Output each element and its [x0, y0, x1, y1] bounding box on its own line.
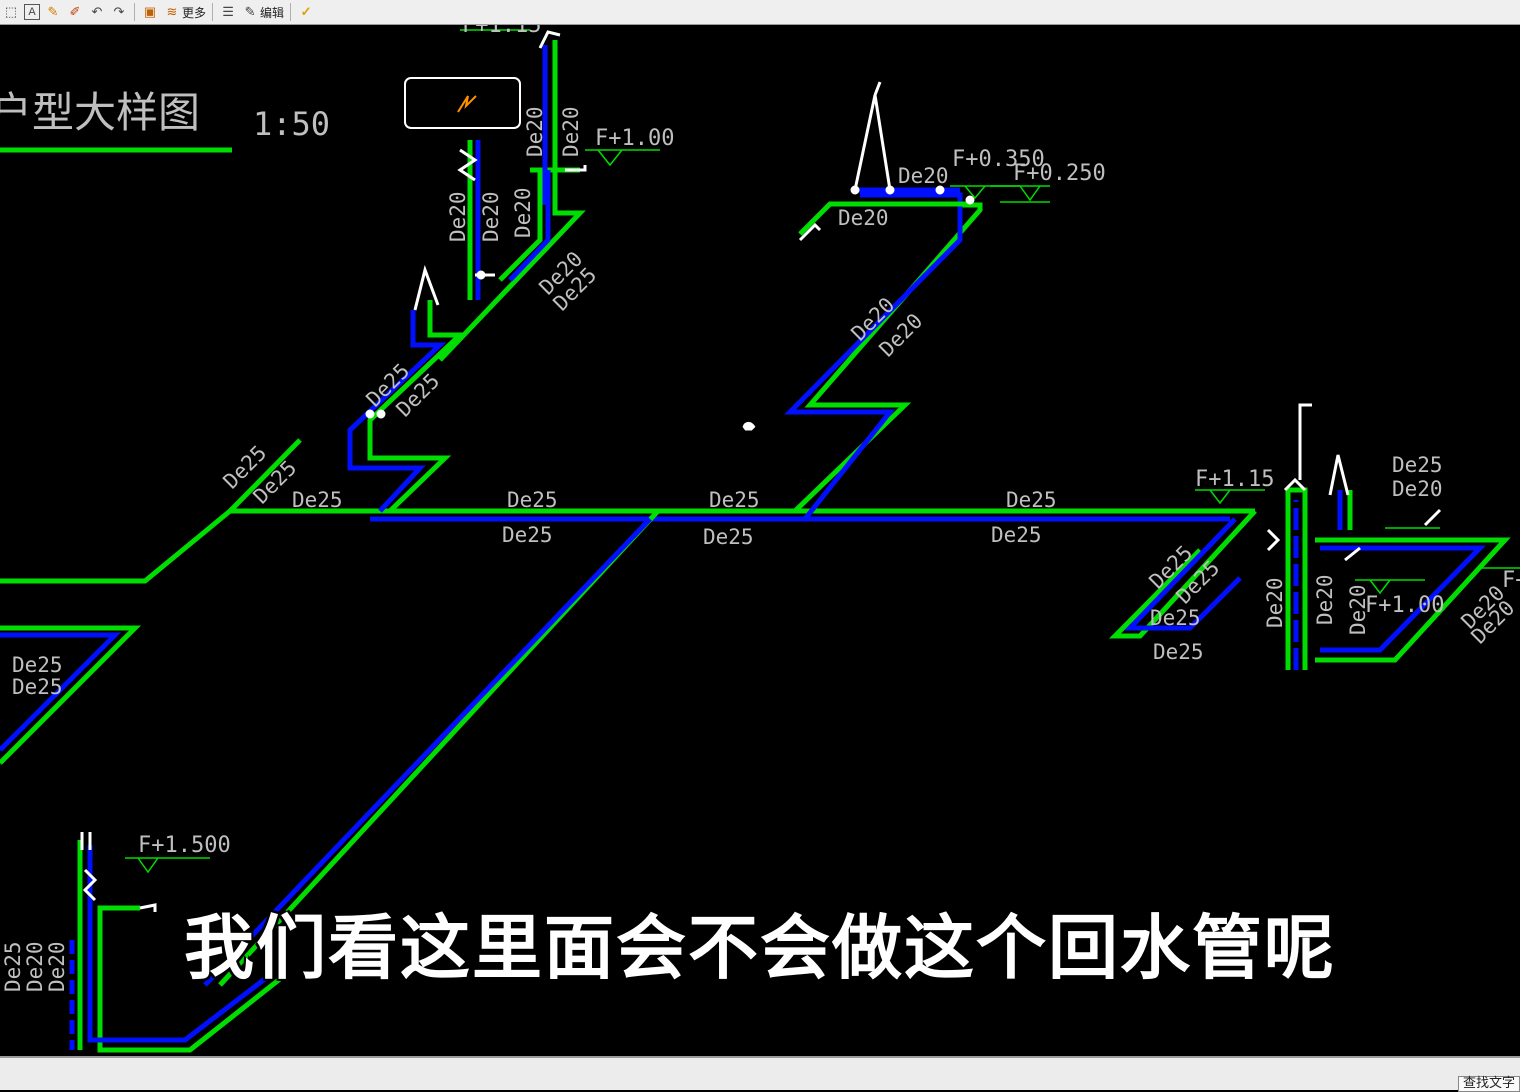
level-label: F+1.15	[1195, 467, 1274, 492]
level-label: F+1.00	[1365, 593, 1444, 618]
edit-icon: ✎	[244, 4, 256, 19]
pipe-size-label: De20	[446, 191, 470, 242]
layers-icon[interactable]: ☰	[219, 2, 237, 22]
redo-icon[interactable]: ↷	[110, 2, 128, 22]
faucet-icon	[80, 832, 92, 850]
image-icon[interactable]: ▣	[141, 2, 159, 22]
shower-head-icon	[413, 264, 440, 311]
toolbar-divider	[134, 3, 135, 21]
mouse-cursor-icon	[741, 420, 757, 432]
supply-pipe-left	[0, 509, 232, 584]
lightning-icon	[457, 95, 477, 113]
drawing-scale: 1:50	[253, 105, 330, 143]
pipe-size-label: De20	[523, 106, 547, 157]
toolbar: ⬚ A ✎ ✐ ↶ ↷ ▣ ≋ 更多 ☰ ✎ 编辑 ✓	[0, 0, 1520, 25]
return-pipe-center	[784, 192, 963, 521]
more-icon: ≋	[166, 4, 178, 19]
pipe-size-label: De20	[1263, 577, 1287, 628]
find-text-button[interactable]: 查找文字	[1457, 1076, 1520, 1092]
level-markers	[125, 29, 1520, 874]
undo-icon[interactable]: ↶	[88, 2, 106, 22]
edit-label: 编辑	[260, 5, 285, 20]
edit-button[interactable]: ✎ 编辑	[241, 2, 284, 22]
video-subtitle: 我们看这里面会不会做这个回水管呢	[184, 907, 1336, 989]
pipe-size-label: De25	[991, 523, 1042, 547]
valve-icon	[457, 148, 478, 182]
level-label: F+1.500	[138, 833, 231, 858]
pipe-size-label: De20	[479, 191, 503, 242]
level-label: F+1.00	[595, 126, 674, 151]
drawing-title: 户型大样图	[0, 88, 200, 137]
pipe-size-label: De25	[709, 488, 760, 512]
shower-head-icon	[1328, 454, 1350, 496]
pipe-size-label: De20	[838, 206, 889, 230]
more-button[interactable]: ≋ 更多	[163, 2, 206, 22]
more-label: 更多	[182, 5, 207, 20]
pipe-size-label: De20	[1346, 584, 1370, 635]
pipe-size-label: De25	[507, 488, 558, 512]
pipe-size-label: De25	[1150, 606, 1201, 630]
pipe-size-label: De20	[898, 164, 949, 188]
pipe-size-label: De20	[1392, 477, 1443, 501]
toolbar-divider	[290, 3, 292, 21]
pipe-size-label: De25	[502, 523, 553, 547]
level-label: F+	[1502, 568, 1520, 593]
level-label: F+1.15	[462, 25, 541, 38]
shower-head-icon	[1298, 403, 1312, 480]
toolbar-divider	[212, 3, 214, 21]
pipe-size-label: De25	[1392, 453, 1443, 477]
pipe-size-label: De20	[559, 106, 583, 157]
shower-head-icon	[853, 81, 892, 191]
pipe-size-label: De25	[1006, 488, 1057, 512]
text-icon[interactable]: A	[24, 2, 40, 22]
pipe-size-label: De25	[12, 653, 63, 677]
faucet-icon	[1423, 508, 1442, 527]
valve-icon	[1266, 528, 1281, 552]
highlighter-icon[interactable]: ✐	[66, 2, 84, 22]
pipe-size-label: De25	[1153, 640, 1204, 664]
pipe-size-label: De25	[292, 488, 343, 512]
pipe-size-label: De20	[1313, 574, 1337, 625]
pipe-size-label: De25	[703, 525, 754, 549]
check-icon[interactable]: ✓	[297, 2, 315, 22]
select-icon[interactable]: ⬚	[2, 2, 20, 22]
level-label: F+0.250	[1013, 161, 1106, 186]
return-pipe-upper-left	[347, 310, 447, 513]
status-bar: 查找文字	[0, 1056, 1520, 1092]
pencil-icon[interactable]: ✎	[44, 2, 62, 22]
pipe-size-label: De20	[511, 187, 535, 238]
pipe-size-label: De25	[12, 675, 63, 699]
